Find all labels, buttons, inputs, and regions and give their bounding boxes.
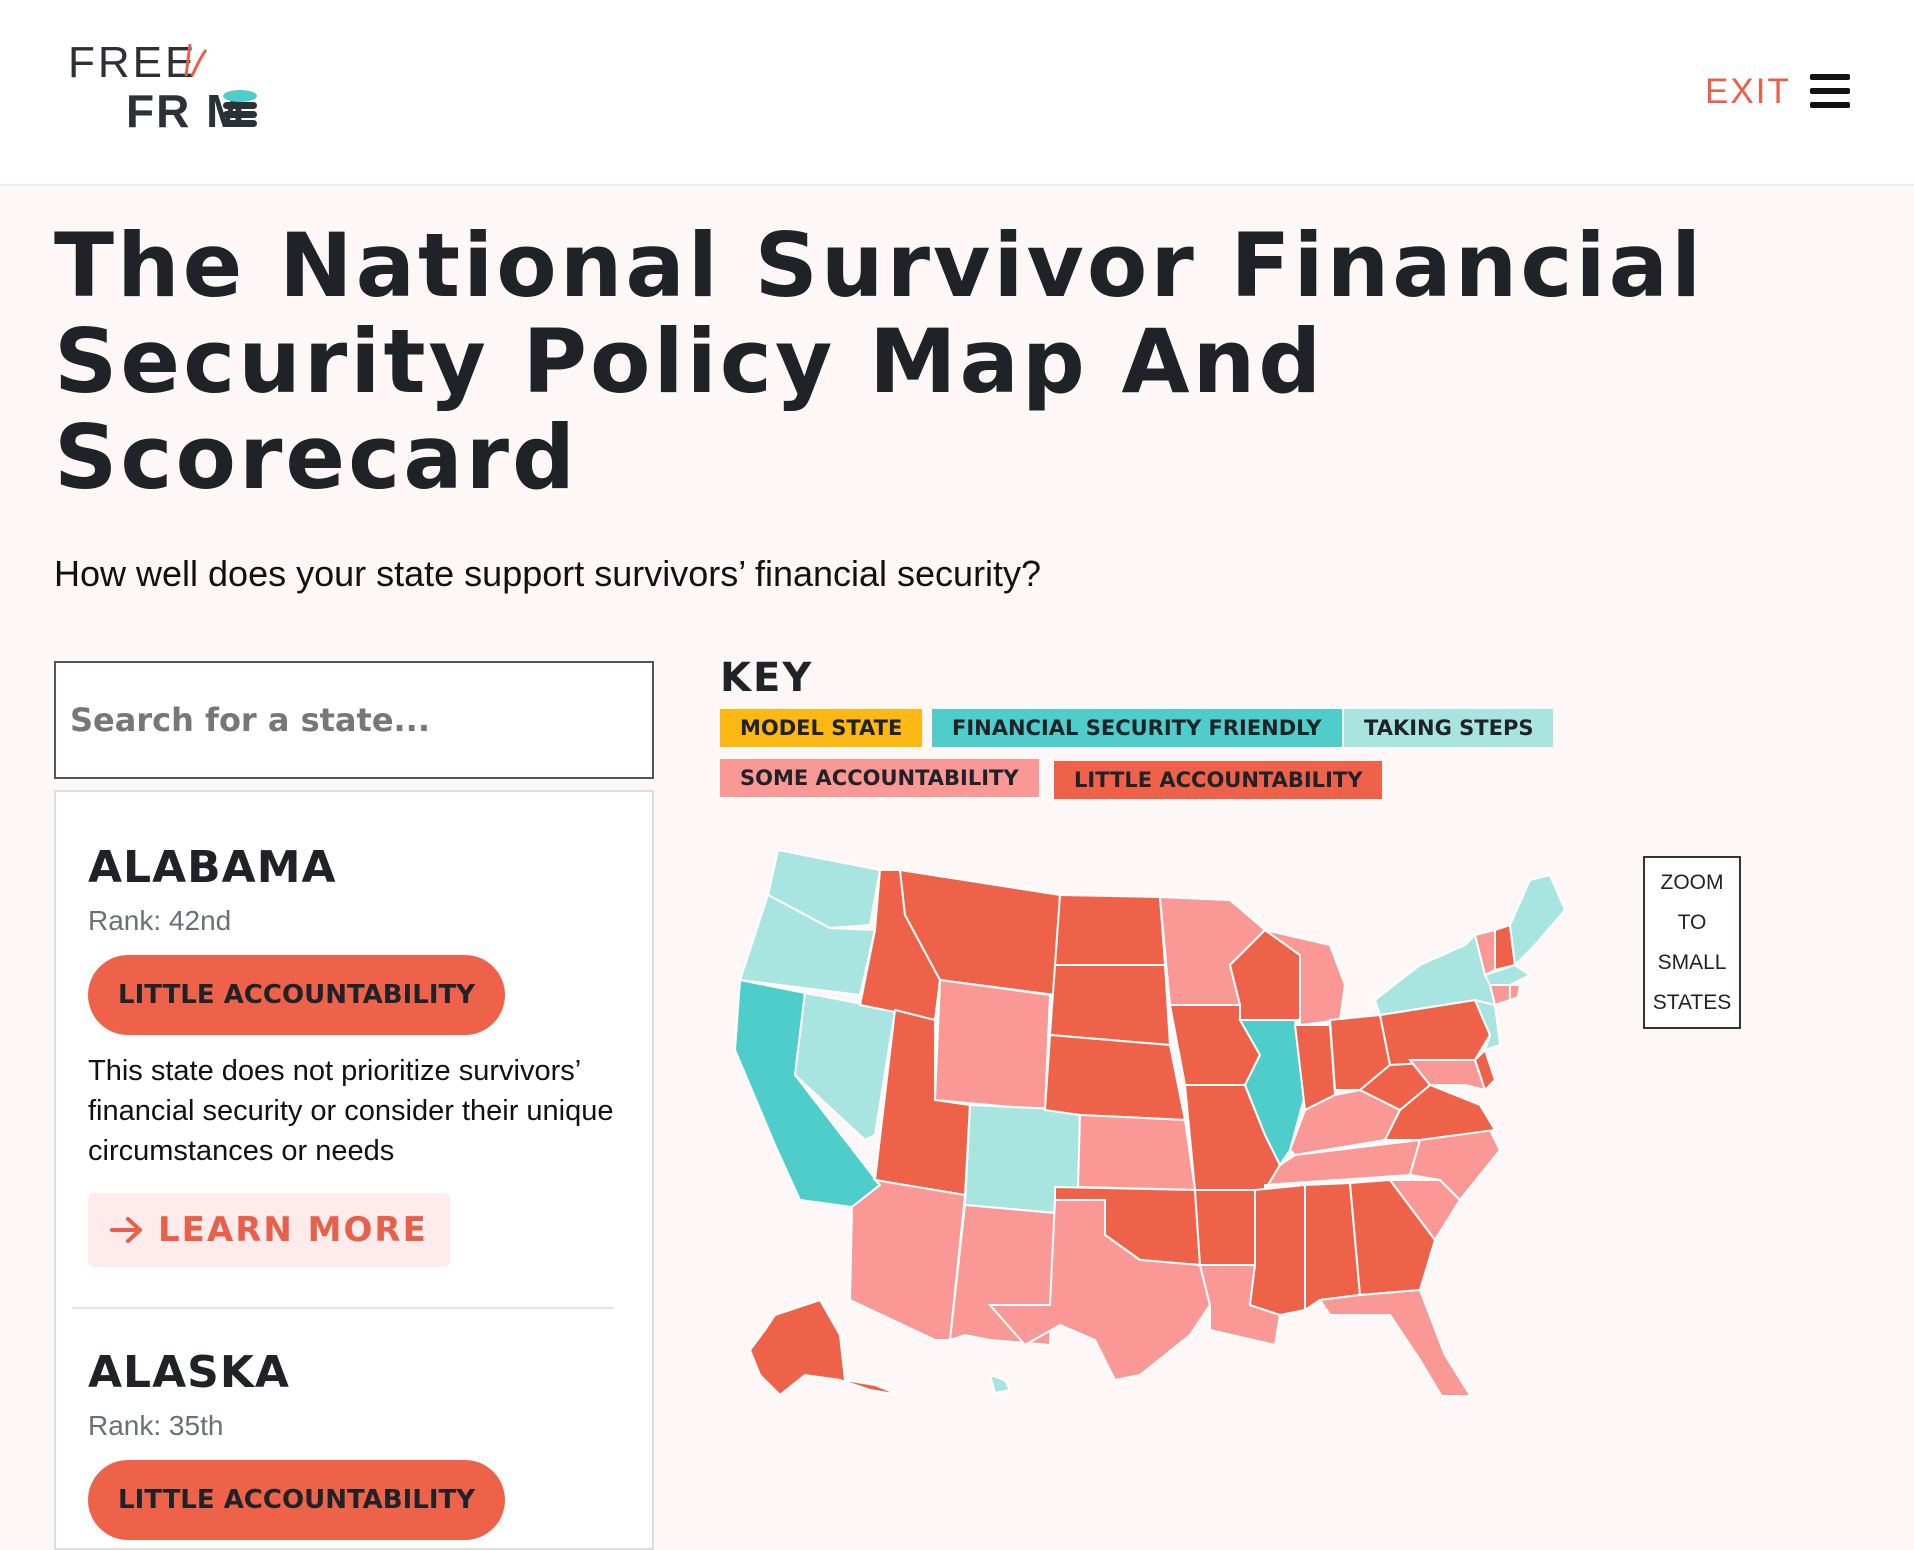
state-alaska[interactable] — [748, 1298, 901, 1395]
state-maine[interactable] — [1508, 873, 1567, 968]
category-badge[interactable]: LITTLE ACCOUNTABILITY — [88, 1460, 506, 1540]
state-name: ALASKA — [88, 1347, 290, 1398]
zoom-to-small-states-button[interactable]: ZOOM TO SMALL STATES — [1643, 856, 1741, 1029]
state-card-alabama: ALABAMA Rank: 42nd LITTLE ACCOUNTABILITY… — [88, 842, 614, 1267]
us-states-map[interactable] — [720, 835, 1600, 1395]
key-little-accountability: LITTLE ACCOUNTABILITY — [1054, 761, 1383, 799]
zoom-label-line: ZOOM — [1660, 870, 1724, 894]
state-rank: Rank: 42nd — [88, 905, 232, 936]
state-hawaii[interactable] — [988, 1373, 1012, 1395]
state-search-input[interactable] — [54, 661, 654, 779]
state-north-dakota[interactable] — [1053, 893, 1167, 966]
state-rank: Rank: 35th — [88, 1410, 224, 1441]
key-some-accountability: SOME ACCOUNTABILITY — [720, 759, 1039, 797]
learn-more-button[interactable]: LEARN MORE — [88, 1193, 450, 1267]
state-wyoming[interactable] — [933, 978, 1052, 1112]
page-title: The National Survivor Financial Security… — [54, 214, 1705, 509]
exit-button[interactable]: EXIT — [1705, 72, 1791, 112]
state-arizona[interactable] — [848, 1178, 967, 1341]
list-divider — [72, 1307, 614, 1309]
state-list[interactable]: ALABAMA Rank: 42nd LITTLE ACCOUNTABILITY… — [54, 790, 654, 1550]
key-taking-steps: TAKING STEPS — [1344, 709, 1554, 747]
site-header: FREE FR M EXIT — [0, 0, 1914, 186]
state-card-alaska: ALASKA Rank: 35th LITTLE ACCOUNTABILITY — [88, 1347, 608, 1540]
category-badge[interactable]: LITTLE ACCOUNTABILITY — [88, 955, 506, 1035]
state-name: ALABAMA — [88, 842, 337, 893]
state-rhode-island[interactable] — [1509, 984, 1522, 1002]
key-model-state: MODEL STATE — [720, 709, 923, 747]
state-mississippi[interactable] — [1248, 1183, 1306, 1317]
learn-more-label: LEARN MORE — [158, 1210, 428, 1250]
arrow-right-icon — [110, 1217, 142, 1243]
state-florida[interactable] — [1318, 1288, 1472, 1395]
logo-coin-stack-icon — [223, 90, 257, 127]
key-title: KEY — [720, 655, 814, 701]
state-description: This state does not prioritize survivors… — [88, 1055, 614, 1167]
state-nebraska[interactable] — [1043, 1033, 1187, 1122]
zoom-label-line: STATES — [1652, 990, 1732, 1014]
zoom-label-line: SMALL — [1657, 950, 1727, 974]
state-south-dakota[interactable] — [1048, 964, 1172, 1047]
page-subtitle: How well does your state support survivo… — [54, 553, 1042, 594]
freefrom-logo[interactable]: FREE FR M — [68, 38, 278, 138]
zoom-label-line: TO — [1677, 910, 1707, 934]
hamburger-menu-icon[interactable] — [1810, 74, 1850, 108]
state-kansas[interactable] — [1076, 1113, 1197, 1192]
logo-sprout-icon — [184, 43, 208, 77]
key-financial-security-friendly: FINANCIAL SECURITY FRIENDLY — [932, 709, 1342, 747]
